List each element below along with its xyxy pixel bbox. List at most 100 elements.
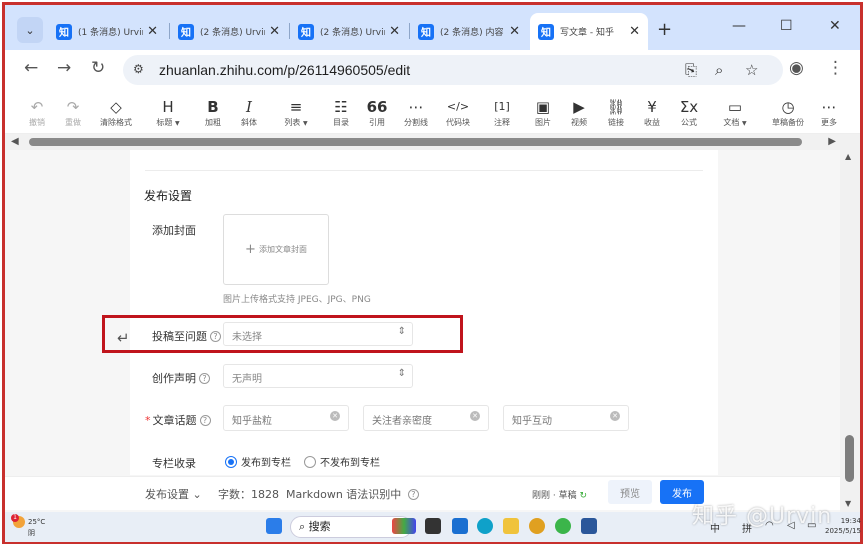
topic-tag[interactable]: 知乎盐粒 ✕ (223, 405, 349, 431)
document-icon: ▭ (727, 98, 743, 116)
scroll-left-icon[interactable]: ◀ (11, 136, 19, 147)
close-icon[interactable]: ✕ (269, 24, 280, 39)
formula-icon: Σx (679, 98, 699, 116)
statement-select-value: 无声明 (232, 374, 262, 385)
help-icon[interactable]: ? (407, 489, 419, 500)
tab-1[interactable]: 知 (1 条消息) Urvin ✕ (48, 13, 166, 50)
zoom-icon[interactable]: ⌕ (715, 61, 723, 79)
scroll-down-icon[interactable]: ▼ (845, 499, 851, 508)
address-bar[interactable]: ⚙ zhuanlan.zhihu.com/p/26114960505/edit … (123, 55, 783, 85)
close-icon[interactable]: ✕ (629, 24, 640, 39)
undo-icon: ↶ (30, 98, 44, 116)
markdown-status-text: Markdown 语法识别中 (286, 488, 402, 501)
preview-button[interactable]: 预览 (608, 480, 652, 504)
topic-text: 关注者亲密度 (372, 416, 432, 427)
undo-button[interactable]: ↶ 撤销 (19, 98, 55, 128)
remove-icon[interactable]: ✕ (470, 411, 480, 421)
document-button[interactable]: ▭ 文档 ▼ (717, 98, 753, 128)
remove-icon[interactable]: ✕ (330, 411, 340, 421)
publish-settings-text: 发布设置 (145, 488, 189, 501)
url-text[interactable]: zhuanlan.zhihu.com/p/26114960505/edit (159, 62, 410, 78)
toc-button[interactable]: ☷ 目录 (323, 98, 359, 128)
heading-button[interactable]: H 标题 ▼ (150, 98, 186, 128)
menu-kebab-icon[interactable]: ⋮ (827, 58, 844, 78)
video-button[interactable]: ▶ 视频 (561, 98, 597, 128)
radio-no-column[interactable]: 不发布到专栏 (304, 454, 380, 469)
scroll-up-icon[interactable]: ▲ (845, 152, 851, 161)
chrome-icon[interactable] (529, 518, 545, 534)
clear-format-button[interactable]: ◇ 清除格式 (98, 98, 134, 128)
vertical-scrollbar[interactable]: ▲ ▼ (840, 150, 860, 512)
widget-icon[interactable] (392, 518, 416, 534)
statement-select[interactable]: 无声明 ⇕ (223, 364, 413, 388)
edge-icon[interactable] (477, 518, 493, 534)
task-view-icon[interactable] (425, 518, 441, 534)
bold-button[interactable]: B 加粗 (195, 98, 231, 128)
topic-tag[interactable]: 关注者亲密度 ✕ (363, 405, 489, 431)
quote-button[interactable]: 66 引用 (359, 98, 395, 128)
highlight-box (102, 315, 463, 353)
tab-2[interactable]: 知 (2 条消息) Urvin ✕ (170, 13, 288, 50)
add-cover-button[interactable]: + 添加文章封面 (223, 214, 329, 285)
earnings-icon: ¥ (647, 98, 657, 116)
link-button[interactable]: ⛓ 链接 (598, 98, 634, 128)
translate-icon[interactable]: ⎘ (685, 61, 697, 79)
topic-tag[interactable]: 知乎互动 ✕ (503, 405, 629, 431)
photos-icon[interactable] (452, 518, 468, 534)
scrollbar-thumb[interactable] (29, 138, 802, 146)
horizontal-scrollbar[interactable]: ◀ ▶ (5, 134, 860, 150)
image-icon: ▣ (535, 98, 551, 116)
radio-publish-to-column[interactable]: 发布到专栏 (225, 454, 291, 469)
earnings-button[interactable]: ¥ 收益 (634, 98, 670, 128)
close-icon[interactable]: ✕ (509, 24, 520, 39)
time: 19:34 (840, 517, 861, 525)
taskbar-search-text: 搜索 (308, 520, 331, 533)
more-button[interactable]: ⋯ 更多 (811, 98, 847, 128)
divider (145, 170, 703, 171)
redo-button[interactable]: ↷ 重做 (55, 98, 91, 128)
publish-settings-toggle[interactable]: 发布设置 ⌄ (145, 486, 202, 502)
window-close-icon[interactable]: ✕ (829, 18, 841, 34)
start-icon[interactable] (266, 518, 282, 534)
italic-button[interactable]: I 斜体 (231, 98, 267, 128)
close-icon[interactable]: ✕ (147, 24, 158, 39)
maximize-icon[interactable]: ☐ (780, 18, 793, 34)
word-icon[interactable] (581, 518, 597, 534)
help-icon[interactable]: ? (199, 373, 210, 384)
new-tab-icon[interactable]: + (657, 19, 672, 40)
help-icon[interactable]: ? (199, 415, 211, 426)
tab-5-active[interactable]: 知 写文章 - 知乎 ✕ (530, 13, 648, 50)
scrollbar-thumb[interactable] (845, 435, 854, 482)
footnote-button[interactable]: [1] 注释 (484, 98, 520, 128)
list-button[interactable]: ≡ 列表 ▼ (278, 98, 314, 128)
redo-icon: ↷ (66, 98, 80, 116)
topics-label-text: 文章话题 (152, 414, 197, 427)
scroll-right-icon[interactable]: ▶ (828, 136, 836, 147)
image-button[interactable]: ▣ 图片 (525, 98, 561, 128)
redo-label: 重做 (65, 118, 81, 127)
forward-icon[interactable]: → (57, 58, 71, 78)
weather-widget[interactable]: 1 25°C 阴 (11, 514, 45, 538)
reload-icon[interactable]: ↻ (91, 58, 105, 78)
tab-title: (2 条消息) 内容 (440, 28, 504, 38)
bookmark-star-icon[interactable]: ☆ (745, 61, 758, 79)
formula-button[interactable]: Σx 公式 (671, 98, 707, 128)
site-settings-icon[interactable]: ⚙ (133, 62, 144, 76)
minimize-icon[interactable]: — (732, 18, 746, 34)
tab-3[interactable]: 知 (2 条消息) Urvin ✕ (290, 13, 408, 50)
undo-label: 撤销 (29, 118, 45, 127)
code-block-button[interactable]: </> 代码块 (440, 98, 476, 128)
remove-icon[interactable]: ✕ (610, 411, 620, 421)
search-icon: ⌕ (299, 520, 306, 533)
back-icon[interactable]: ← (24, 58, 38, 78)
profile-icon[interactable]: ◉ (789, 58, 804, 78)
close-icon[interactable]: ✕ (389, 24, 400, 39)
wechat-icon[interactable] (555, 518, 571, 534)
topics-label: * 文章话题? (145, 412, 211, 428)
zhihu-favicon-icon: 知 (56, 23, 72, 40)
divider-button[interactable]: ⋯ 分割线 (398, 98, 434, 128)
file-explorer-icon[interactable] (503, 518, 519, 534)
draft-backup-button[interactable]: ◷ 草稿备份 (768, 98, 808, 128)
tab-4[interactable]: 知 (2 条消息) 内容 ✕ (410, 13, 528, 50)
tab-search-button[interactable]: ⌄ (17, 17, 43, 43)
